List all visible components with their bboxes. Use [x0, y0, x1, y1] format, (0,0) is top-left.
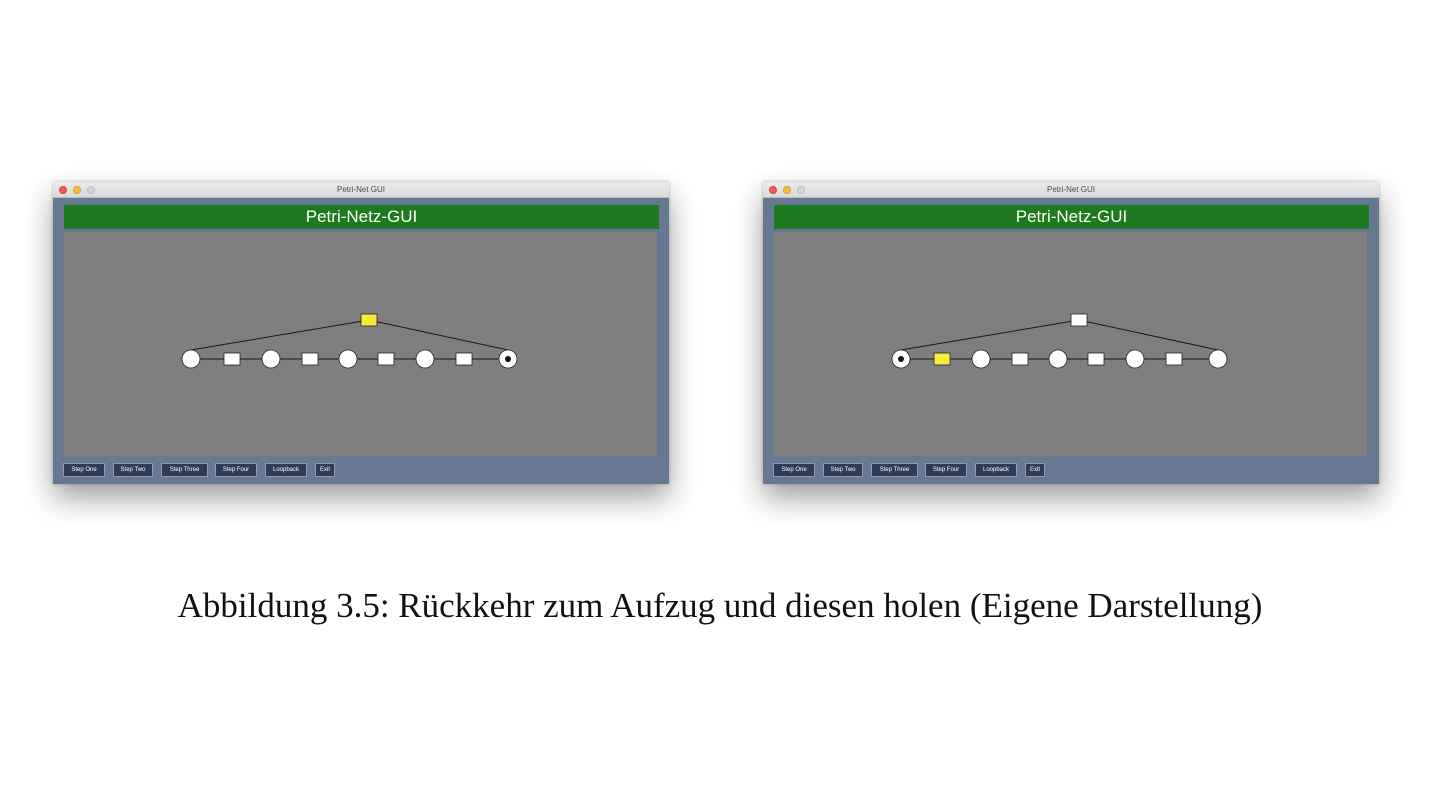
petri-net-canvas — [64, 232, 657, 456]
app-header: Petri-Netz-GUI — [774, 205, 1369, 229]
transition-4[interactable] — [455, 352, 473, 366]
place-1[interactable] — [181, 349, 201, 369]
window-title: Petri-Net GUI — [1046, 185, 1095, 194]
place-3[interactable] — [338, 349, 358, 369]
step-two-button[interactable]: Step Two — [823, 463, 863, 477]
step-four-button[interactable]: Step Four — [925, 463, 967, 477]
petri-net-diagram — [181, 313, 518, 369]
loopback-button[interactable]: Loopback — [265, 463, 307, 477]
place-4[interactable] — [1125, 349, 1145, 369]
place-2[interactable] — [261, 349, 281, 369]
transition-3[interactable] — [1087, 352, 1105, 366]
place-4[interactable] — [415, 349, 435, 369]
exit-button[interactable]: Exit — [1025, 463, 1045, 477]
token-icon — [898, 356, 904, 362]
app-header: Petri-Netz-GUI — [64, 205, 659, 229]
transition-2[interactable] — [1011, 352, 1029, 366]
transition-3[interactable] — [377, 352, 395, 366]
step-one-button[interactable]: Step One — [63, 463, 105, 477]
petri-net-diagram — [891, 313, 1228, 369]
transition-top[interactable] — [360, 313, 378, 327]
petri-net-window-right: Petri-Net GUI Petri-Netz-GUI Step One St… — [763, 182, 1379, 484]
step-two-button[interactable]: Step Two — [113, 463, 153, 477]
transition-1[interactable] — [933, 352, 951, 366]
step-one-button[interactable]: Step One — [773, 463, 815, 477]
place-2[interactable] — [971, 349, 991, 369]
place-5[interactable] — [1208, 349, 1228, 369]
petri-net-window-left: Petri-Net GUI Petri-Netz-GUI Step One St… — [53, 182, 669, 484]
token-icon — [505, 356, 511, 362]
exit-button[interactable]: Exit — [315, 463, 335, 477]
window-titlebar: Petri-Net GUI — [763, 182, 1379, 198]
step-three-button[interactable]: Step Three — [871, 463, 918, 477]
petri-net-canvas — [774, 232, 1367, 456]
arc-top-right — [368, 319, 509, 351]
step-three-button[interactable]: Step Three — [161, 463, 208, 477]
window-titlebar: Petri-Net GUI — [53, 182, 669, 198]
place-3[interactable] — [1048, 349, 1068, 369]
figure-caption: Abbildung 3.5: Rückkehr zum Aufzug und d… — [177, 586, 1263, 625]
arc-top-right — [1078, 319, 1219, 351]
arc-top-left — [190, 319, 370, 351]
window-title: Petri-Net GUI — [336, 185, 385, 194]
transition-top[interactable] — [1070, 313, 1088, 327]
transition-2[interactable] — [301, 352, 319, 366]
transition-4[interactable] — [1165, 352, 1183, 366]
step-four-button[interactable]: Step Four — [215, 463, 257, 477]
transition-1[interactable] — [223, 352, 241, 366]
arc-top-left — [900, 319, 1080, 351]
loopback-button[interactable]: Loopback — [975, 463, 1017, 477]
